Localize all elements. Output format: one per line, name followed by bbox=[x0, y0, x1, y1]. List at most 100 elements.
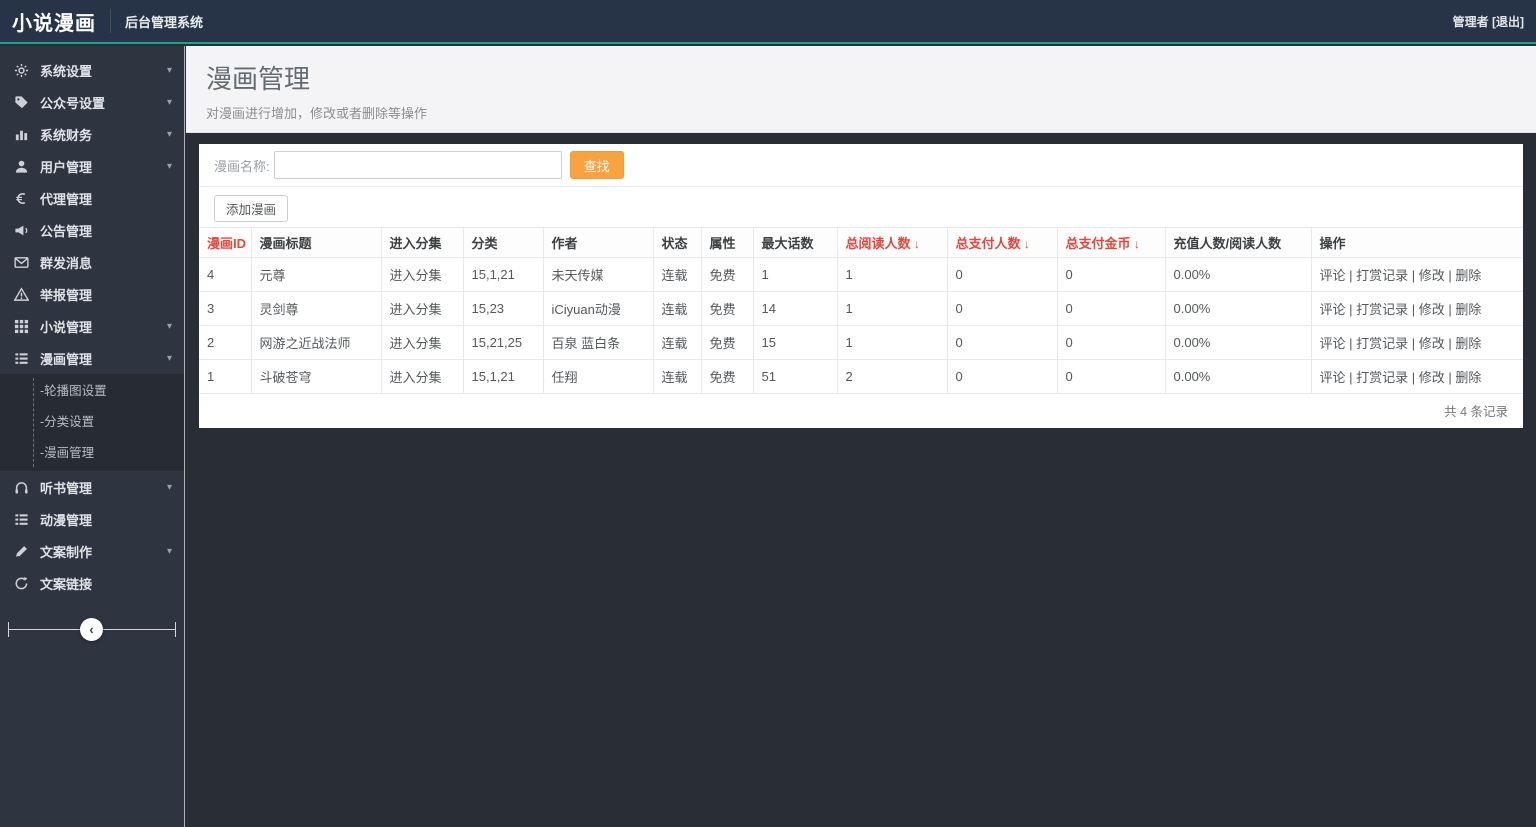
table-row: 3灵剑尊进入分集15,23iCiyuan动漫连载免费141000.00%评论 |… bbox=[199, 292, 1523, 326]
reward-record-link[interactable]: 打赏记录 bbox=[1356, 370, 1408, 385]
sidebar-item-label: 群发消息 bbox=[40, 253, 92, 272]
sidebar: 系统设置▾公众号设置▾系统财务▾用户管理▾代理管理公告管理群发消息举报管理小说管… bbox=[0, 46, 185, 827]
column-header[interactable]: 充值人数/阅读人数 bbox=[1165, 228, 1311, 258]
column-header[interactable]: 漫画ID ↓ bbox=[199, 228, 251, 258]
sidebar-item-official-account-settings[interactable]: 公众号设置▾ bbox=[0, 86, 184, 118]
sidebar-item-label: 公告管理 bbox=[40, 221, 92, 240]
cell-enter: 进入分集 bbox=[381, 326, 463, 360]
column-header[interactable]: 分类 bbox=[463, 228, 543, 258]
sidebar-item-label: 文案制作 bbox=[40, 542, 92, 561]
sidebar-item-label: 文案链接 bbox=[40, 574, 92, 593]
cell-category: 15,23 bbox=[463, 292, 543, 326]
column-header[interactable]: 漫画标题 bbox=[251, 228, 381, 258]
comic-panel: 漫画名称: 查找 添加漫画 漫画ID ↓漫画标题进入分集分类作者状态属性最大话数… bbox=[199, 144, 1523, 428]
sidebar-item-label: 漫画管理 bbox=[40, 349, 92, 368]
add-comic-button[interactable]: 添加漫画 bbox=[214, 195, 288, 222]
current-user-label: 管理者 bbox=[1453, 15, 1489, 29]
add-row: 添加漫画 bbox=[199, 187, 1523, 227]
comics-table: 漫画ID ↓漫画标题进入分集分类作者状态属性最大话数总阅读人数 ↓总支付人数 ↓… bbox=[199, 227, 1523, 394]
delete-link[interactable]: 删除 bbox=[1455, 268, 1481, 283]
search-button[interactable]: 查找 bbox=[570, 151, 624, 179]
logout-link[interactable]: [退出] bbox=[1492, 15, 1524, 29]
reward-record-link[interactable]: 打赏记录 bbox=[1356, 302, 1408, 317]
sidebar-item-agent-management[interactable]: 代理管理 bbox=[0, 182, 184, 214]
edit-link[interactable]: 修改 bbox=[1419, 336, 1445, 351]
cell-actions: 评论 | 打赏记录 | 修改 | 删除 bbox=[1311, 360, 1523, 394]
cell-ratio: 0.00% bbox=[1165, 326, 1311, 360]
cell-id: 4 bbox=[199, 258, 251, 292]
cell-actions: 评论 | 打赏记录 | 修改 | 删除 bbox=[1311, 326, 1523, 360]
cell-coins: 0 bbox=[1057, 326, 1165, 360]
sidebar-item-report-management[interactable]: 举报管理 bbox=[0, 278, 184, 310]
comment-link[interactable]: 评论 bbox=[1320, 268, 1346, 283]
column-header[interactable]: 总支付人数 ↓ bbox=[947, 228, 1057, 258]
megaphone-icon bbox=[14, 223, 29, 238]
sort-desc-icon: ↓ bbox=[911, 237, 920, 251]
sidebar-item-system-settings[interactable]: 系统设置▾ bbox=[0, 54, 184, 86]
sidebar-subitem-comic-management-sub[interactable]: -漫画管理 bbox=[0, 438, 184, 469]
sidebar-item-anime-management[interactable]: 动漫管理 bbox=[0, 503, 184, 535]
sidebar-subitem-carousel-settings[interactable]: -轮播图设置 bbox=[0, 376, 184, 407]
cell-title: 网游之近战法师 bbox=[251, 326, 381, 360]
sidebar-collapse-slider[interactable]: ‹ bbox=[8, 615, 176, 645]
comment-link[interactable]: 评论 bbox=[1320, 336, 1346, 351]
sidebar-item-label: 用户管理 bbox=[40, 157, 92, 176]
main-content: 漫画管理 对漫画进行增加，修改或者删除等操作 漫画名称: 查找 添加漫画 漫画I… bbox=[186, 46, 1536, 827]
sidebar-item-novel-management[interactable]: 小说管理▾ bbox=[0, 310, 184, 342]
chevron-down-icon: ▾ bbox=[167, 482, 172, 493]
sidebar-item-label: 系统设置 bbox=[40, 61, 92, 80]
column-header[interactable]: 操作 bbox=[1311, 228, 1523, 258]
enter-episodes-link[interactable]: 进入分集 bbox=[390, 268, 442, 283]
enter-episodes-link[interactable]: 进入分集 bbox=[390, 336, 442, 351]
sidebar-item-label: 小说管理 bbox=[40, 317, 92, 336]
cell-payers: 0 bbox=[947, 326, 1057, 360]
cell-actions: 评论 | 打赏记录 | 修改 | 删除 bbox=[1311, 258, 1523, 292]
delete-link[interactable]: 删除 bbox=[1455, 370, 1481, 385]
column-header-label: 操作 bbox=[1320, 236, 1346, 251]
column-header[interactable]: 最大话数 bbox=[753, 228, 837, 258]
share-icon bbox=[14, 576, 29, 591]
comic-name-input[interactable] bbox=[274, 151, 562, 179]
topbar: 小说漫画 后台管理系统 管理者 [退出] bbox=[0, 0, 1536, 44]
enter-episodes-link[interactable]: 进入分集 bbox=[390, 302, 442, 317]
sidebar-item-system-finance[interactable]: 系统财务▾ bbox=[0, 118, 184, 150]
sidebar-item-comic-management[interactable]: 漫画管理▾ bbox=[0, 342, 184, 374]
column-header-label: 状态 bbox=[662, 236, 688, 251]
list-icon bbox=[14, 512, 29, 527]
column-header[interactable]: 总阅读人数 ↓ bbox=[837, 228, 947, 258]
cell-max: 1 bbox=[753, 258, 837, 292]
table-row: 1斗破苍穹进入分集15,1,21任翔连载免费512000.00%评论 | 打赏记… bbox=[199, 360, 1523, 394]
sidebar-item-copywriting-links[interactable]: 文案链接 bbox=[0, 567, 184, 599]
list-icon bbox=[14, 351, 29, 366]
sidebar-item-announcement-management[interactable]: 公告管理 bbox=[0, 214, 184, 246]
cell-readers: 1 bbox=[837, 326, 947, 360]
comment-link[interactable]: 评论 bbox=[1320, 302, 1346, 317]
sort-desc-icon: ↓ bbox=[246, 237, 251, 251]
cell-attr: 免费 bbox=[701, 258, 753, 292]
sidebar-item-audiobook-management[interactable]: 听书管理▾ bbox=[0, 471, 184, 503]
enter-episodes-link[interactable]: 进入分集 bbox=[390, 370, 442, 385]
column-header[interactable]: 进入分集 bbox=[381, 228, 463, 258]
delete-link[interactable]: 删除 bbox=[1455, 336, 1481, 351]
delete-link[interactable]: 删除 bbox=[1455, 302, 1481, 317]
sidebar-subitem-category-settings[interactable]: -分类设置 bbox=[0, 407, 184, 438]
sidebar-item-user-management[interactable]: 用户管理▾ bbox=[0, 150, 184, 182]
sidebar-item-copywriting-production[interactable]: 文案制作▾ bbox=[0, 535, 184, 567]
search-label: 漫画名称: bbox=[214, 156, 270, 175]
bar-chart-icon bbox=[14, 127, 29, 142]
slider-knob[interactable]: ‹ bbox=[80, 618, 103, 641]
column-header[interactable]: 属性 bbox=[701, 228, 753, 258]
sidebar-item-bulk-messages[interactable]: 群发消息 bbox=[0, 246, 184, 278]
comment-link[interactable]: 评论 bbox=[1320, 370, 1346, 385]
sidebar-item-label: 公众号设置 bbox=[40, 93, 105, 112]
edit-link[interactable]: 修改 bbox=[1419, 370, 1445, 385]
column-header[interactable]: 状态 bbox=[653, 228, 701, 258]
reward-record-link[interactable]: 打赏记录 bbox=[1356, 336, 1408, 351]
sidebar-item-label: 系统财务 bbox=[40, 125, 92, 144]
column-header[interactable]: 总支付金币 ↓ bbox=[1057, 228, 1165, 258]
edit-link[interactable]: 修改 bbox=[1419, 268, 1445, 283]
edit-link[interactable]: 修改 bbox=[1419, 302, 1445, 317]
reward-record-link[interactable]: 打赏记录 bbox=[1356, 268, 1408, 283]
column-header[interactable]: 作者 bbox=[543, 228, 653, 258]
cell-readers: 1 bbox=[837, 258, 947, 292]
